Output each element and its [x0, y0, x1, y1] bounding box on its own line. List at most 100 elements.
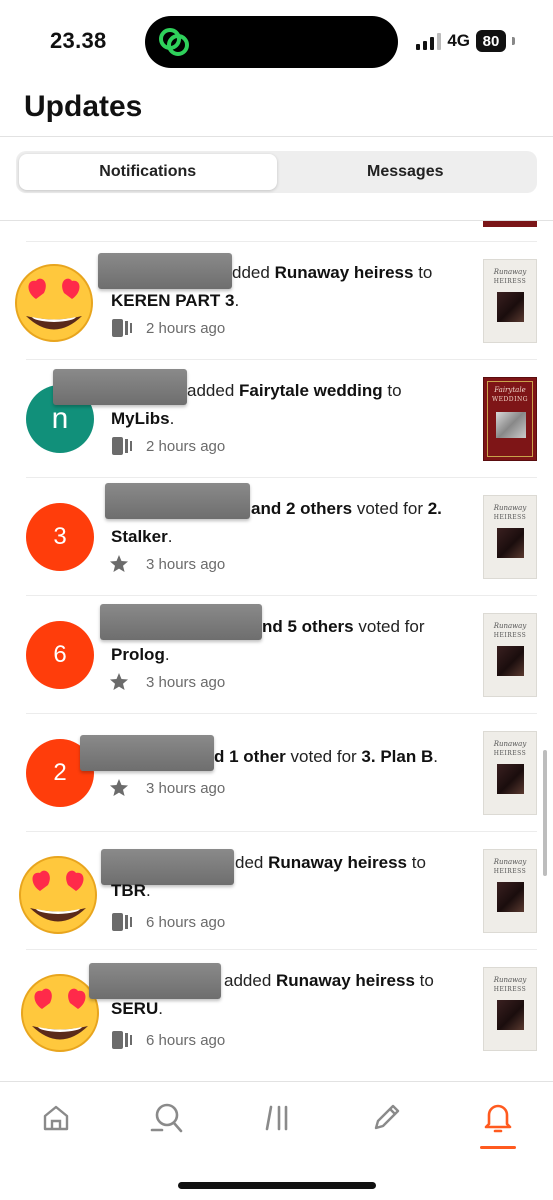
battery-icon: 80: [476, 30, 506, 52]
notification-time: 3 hours ago: [146, 779, 226, 797]
notification-meta: 3 hours ago: [110, 672, 225, 692]
notification-time: 3 hours ago: [146, 673, 226, 691]
book-cover[interactable]: Runaway HEIRESS: [483, 849, 537, 933]
notification-text[interactable]: and 2 others voted for 2. Stalker.: [111, 495, 466, 551]
row-divider: [26, 713, 537, 714]
search-icon: [150, 1103, 183, 1133]
row-divider: [26, 949, 537, 950]
network-type: 4G: [447, 31, 470, 50]
book-cover[interactable]: Runaway HEIRESS: [483, 967, 537, 1051]
dynamic-island: [145, 16, 398, 68]
notification-meta: 6 hours ago: [110, 1030, 225, 1050]
heart-eyes-emoji-icon: [19, 856, 97, 934]
notification-meta: 2 hours ago: [110, 436, 225, 456]
cover-image: [497, 764, 524, 794]
previous-book-cover: [483, 221, 537, 227]
book-cover[interactable]: Runaway HEIRESS: [483, 731, 537, 815]
cover-subtitle: HEIRESS: [493, 750, 527, 757]
cover-image: [497, 646, 524, 676]
notification-time: 6 hours ago: [146, 913, 226, 931]
row-divider: [26, 359, 537, 360]
cover-subtitle: HEIRESS: [493, 986, 527, 993]
book-cover[interactable]: Runaway HEIRESS: [483, 613, 537, 697]
notification-text[interactable]: dded Runaway heiress to KEREN PART 3.: [111, 259, 466, 315]
book-cover[interactable]: Fairytale WEDDING: [483, 377, 537, 461]
cover-title: Fairytale: [494, 386, 526, 394]
reading-list-icon: [112, 1031, 132, 1049]
status-bar: 23.38 4G 80: [0, 0, 553, 84]
call-link-icon: [159, 28, 189, 56]
avatar[interactable]: 6: [26, 621, 94, 689]
notification-row[interactable]: ded Runaway heiress to TBR. 6 hours ago …: [0, 831, 553, 949]
scrollbar[interactable]: [543, 750, 547, 876]
notification-row[interactable]: n added Fairytale wedding to MyLibs. 2 h…: [0, 359, 553, 477]
notification-text[interactable]: d 1 other voted for 3. Plan B.: [111, 743, 466, 771]
book-cover[interactable]: Runaway HEIRESS: [483, 259, 537, 343]
notification-text[interactable]: nd 5 others voted for Prolog.: [111, 613, 466, 669]
cover-image: [497, 528, 524, 558]
cover-subtitle: HEIRESS: [493, 868, 527, 875]
reading-list-icon: [112, 319, 132, 337]
cover-image: [496, 412, 526, 438]
notification-text[interactable]: ded Runaway heiress to TBR.: [111, 849, 466, 905]
row-divider: [26, 477, 537, 478]
home-indicator: [178, 1182, 376, 1189]
notification-meta: 3 hours ago: [110, 554, 225, 574]
star-icon: [110, 555, 128, 572]
notification-text[interactable]: added Fairytale wedding to MyLibs.: [111, 377, 466, 433]
active-tab-indicator: [480, 1146, 516, 1149]
notification-row[interactable]: 3 and 2 others voted for 2. Stalker. 3 h…: [0, 477, 553, 595]
notification-row[interactable]: 6 nd 5 others voted for Prolog. 3 hours …: [0, 595, 553, 713]
library-icon: [265, 1105, 288, 1131]
row-divider: [26, 831, 537, 832]
star-icon: [110, 779, 128, 796]
row-divider: [26, 595, 537, 596]
status-indicators: 4G 80: [416, 30, 515, 52]
nav-search[interactable]: [144, 1096, 188, 1140]
cover-title: Runaway: [493, 858, 527, 866]
bell-icon: [484, 1104, 512, 1133]
notification-time: 6 hours ago: [146, 1031, 226, 1049]
notification-row[interactable]: added Runaway heiress to SERU. 6 hours a…: [0, 949, 553, 1067]
nav-library[interactable]: [256, 1096, 300, 1140]
avatar[interactable]: 3: [26, 503, 94, 571]
status-time: 23.38: [50, 28, 107, 53]
cover-title: Runaway: [493, 268, 527, 276]
home-icon: [43, 1105, 69, 1131]
notification-time: 3 hours ago: [146, 555, 226, 573]
tab-messages[interactable]: Messages: [277, 154, 535, 190]
star-icon: [110, 673, 128, 690]
notification-meta: 2 hours ago: [110, 318, 225, 338]
notification-list: dded Runaway heiress to KEREN PART 3. 2 …: [0, 221, 553, 1081]
cover-title: Runaway: [493, 622, 527, 630]
reading-list-icon: [112, 437, 132, 455]
cover-image: [497, 292, 524, 322]
nav-home[interactable]: [34, 1096, 78, 1140]
notification-time: 2 hours ago: [146, 437, 226, 455]
notification-row[interactable]: dded Runaway heiress to KEREN PART 3. 2 …: [0, 241, 553, 359]
book-cover[interactable]: Runaway HEIRESS: [483, 495, 537, 579]
cover-image: [497, 1000, 524, 1030]
bottom-nav: [0, 1081, 553, 1153]
cover-subtitle: HEIRESS: [493, 514, 527, 521]
cover-title: Runaway: [493, 976, 527, 984]
notification-text[interactable]: added Runaway heiress to SERU.: [111, 967, 466, 1023]
battery-tip: [512, 37, 515, 45]
heart-eyes-emoji-icon: [15, 264, 93, 342]
tab-notifications[interactable]: Notifications: [19, 154, 277, 190]
nav-notifications[interactable]: [476, 1096, 520, 1140]
reading-list-icon: [112, 913, 132, 931]
page-title: Updates: [24, 90, 143, 123]
nav-write[interactable]: [364, 1096, 408, 1140]
notification-time: 2 hours ago: [146, 319, 226, 337]
write-icon: [374, 1104, 400, 1130]
cover-title: Runaway: [493, 504, 527, 512]
header-divider: [0, 136, 553, 137]
cover-subtitle: WEDDING: [491, 396, 529, 403]
notification-meta: 3 hours ago: [110, 778, 225, 798]
cover-title: Runaway: [493, 740, 527, 748]
cover-subtitle: HEIRESS: [493, 278, 527, 285]
notification-row[interactable]: 2 d 1 other voted for 3. Plan B. 3 hours…: [0, 713, 553, 831]
row-divider: [26, 241, 537, 242]
signal-icon: [416, 32, 442, 50]
